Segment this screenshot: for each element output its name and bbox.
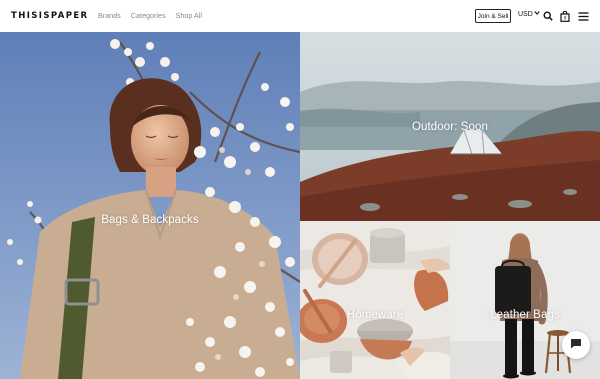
homeware-image (300, 221, 450, 379)
category-tile-outdoor[interactable]: Outdoor: Soon (300, 32, 600, 221)
category-tile-bags-backpacks[interactable]: Bags & Backpacks (0, 32, 300, 379)
currency-selector[interactable]: USD (518, 11, 540, 18)
cart-count: 0 (564, 15, 567, 21)
chat-button[interactable] (562, 331, 590, 359)
tile-label-bags-backpacks: Bags & Backpacks (101, 214, 199, 226)
chevron-down-icon (534, 11, 540, 18)
bags-backpacks-image (0, 32, 300, 379)
nav-categories[interactable]: Categories (131, 11, 166, 20)
tile-label-leather-bags: Leather Bags (490, 309, 560, 321)
chat-icon (570, 336, 582, 354)
search-icon[interactable] (542, 10, 554, 22)
main-nav: Brands Categories Shop All (98, 11, 202, 20)
nav-shop-all[interactable]: Shop All (176, 11, 202, 20)
menu-icon[interactable] (577, 10, 589, 22)
currency-label: USD (518, 11, 533, 18)
logo[interactable]: THISISPAPER (11, 11, 89, 21)
category-tile-homeware[interactable]: Homeware (300, 221, 450, 379)
cart-icon[interactable]: 0 (559, 10, 571, 22)
site-header: THISISPAPER Brands Categories Shop All J… (0, 0, 600, 32)
tile-label-outdoor: Outdoor: Soon (411, 121, 489, 133)
nav-brands[interactable]: Brands (98, 11, 121, 20)
join-and-sell-button[interactable]: Join & Sell (475, 9, 511, 23)
tile-label-homeware: Homeware (346, 309, 404, 321)
